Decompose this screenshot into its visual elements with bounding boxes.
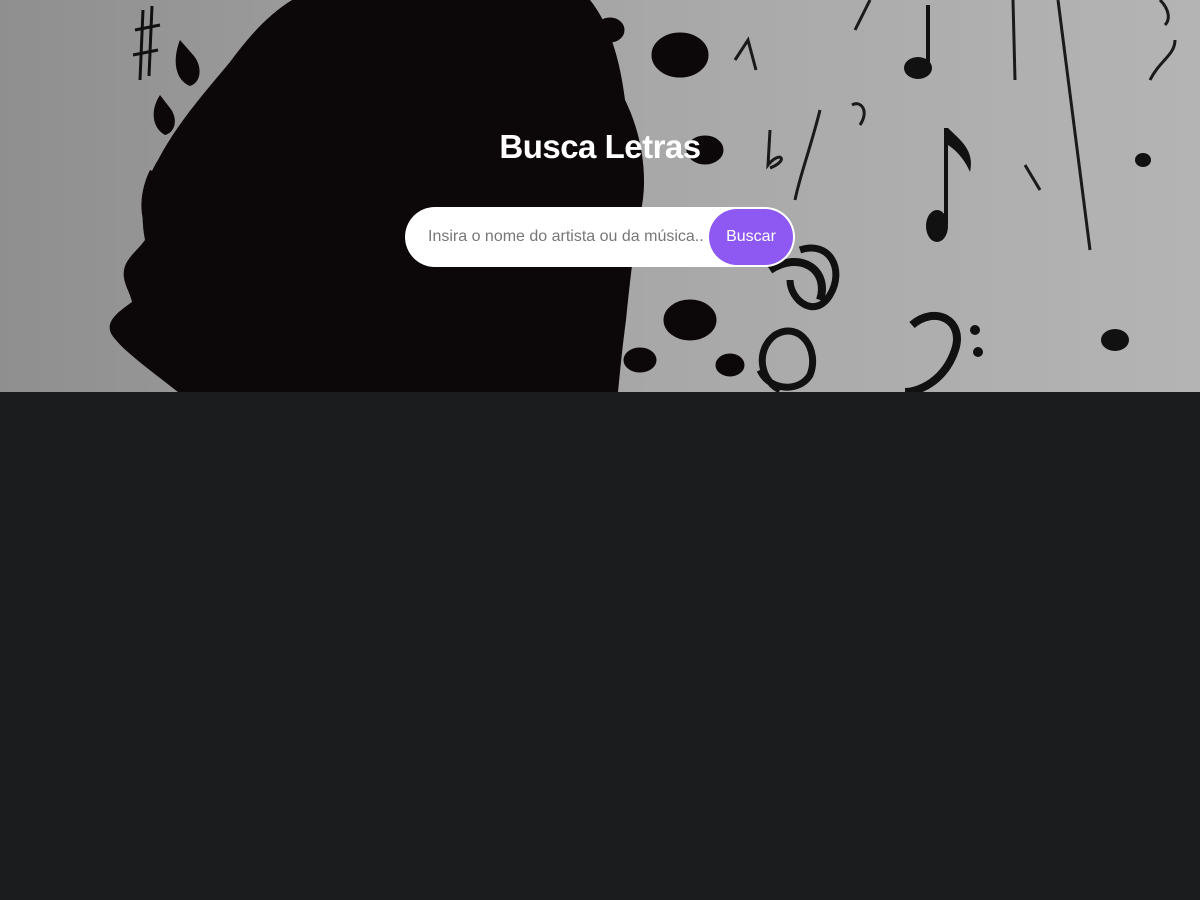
search-form: Buscar: [405, 207, 795, 267]
page-title: Busca Letras: [499, 128, 701, 165]
hero-header: Busca Letras Buscar: [0, 0, 1200, 392]
search-input[interactable]: [405, 207, 705, 267]
results-area: [0, 392, 1200, 900]
search-button[interactable]: Buscar: [709, 209, 793, 265]
music-silhouette-background: [0, 0, 1200, 392]
